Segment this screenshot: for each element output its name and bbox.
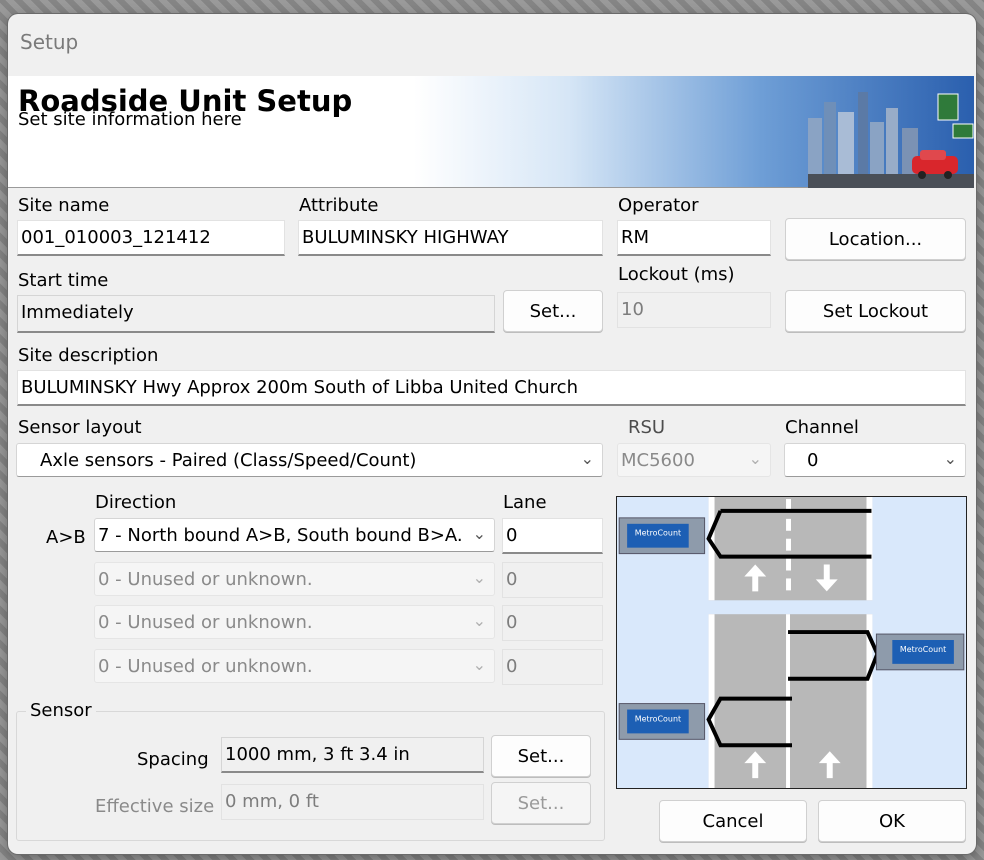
attribute-label: Attribute <box>299 195 379 216</box>
channel-select[interactable]: 0 ⌄ <box>784 443 966 477</box>
spacing-set-button[interactable]: Set... <box>491 735 591 777</box>
spacing-label: Spacing <box>137 749 209 770</box>
chevron-down-icon: ⌄ <box>472 524 486 543</box>
banner-subtitle: Set site information here <box>18 109 242 130</box>
header-banner: Roadside Unit Setup Set site information… <box>8 76 974 188</box>
city-traffic-illustration <box>808 92 974 188</box>
chevron-down-icon: ⌄ <box>472 655 486 674</box>
chevron-down-icon: ⌄ <box>943 449 957 468</box>
start-time-label: Start time <box>18 270 109 291</box>
sensor-layout-diagram: MetroCount MetroCount MetroCount <box>616 496 967 789</box>
direction-header: Direction <box>95 492 177 513</box>
operator-field[interactable]: RM <box>617 220 771 256</box>
metrocount-device-icon: MetroCount <box>875 633 965 671</box>
site-description-field[interactable]: BULUMINSKY Hwy Approx 200m South of Libb… <box>17 370 966 406</box>
lane-divider <box>786 518 792 531</box>
sensor-layout-label: Sensor layout <box>18 417 142 438</box>
lane-field-1[interactable]: 0 <box>502 518 603 554</box>
lockout-field: 10 <box>617 292 771 328</box>
effective-size-field: 0 mm, 0 ft <box>221 784 484 820</box>
sensor-group-label: Sensor <box>26 700 96 721</box>
setup-dialog: Setup Roadside Unit Setup Set site infor… <box>8 14 976 854</box>
effective-size-label: Effective size <box>95 796 215 817</box>
attribute-field[interactable]: BULUMINSKY HIGHWAY <box>298 220 603 256</box>
start-time-set-button[interactable]: Set... <box>503 290 603 332</box>
start-time-field: Immediately <box>17 295 495 333</box>
rsu-select: MC5600 ⌄ <box>617 443 771 477</box>
sensor-layout-value: Axle sensors - Paired (Class/Speed/Count… <box>40 450 417 471</box>
chevron-down-icon: ⌄ <box>748 449 762 468</box>
location-button[interactable]: Location... <box>785 218 966 260</box>
direction-select-3: 0 - Unused or unknown. ⌄ <box>94 605 495 639</box>
svg-text:MetroCount: MetroCount <box>635 529 681 538</box>
direction-value-3: 0 - Unused or unknown. <box>98 612 313 633</box>
operator-label: Operator <box>618 195 699 216</box>
lane-divider <box>786 614 791 788</box>
svg-text:MetroCount: MetroCount <box>900 645 946 654</box>
rsu-label: RSU <box>628 417 666 438</box>
channel-label: Channel <box>785 417 859 438</box>
direction-select-1[interactable]: 7 - North bound A>B, South bound B>A. ⌄ <box>94 518 495 552</box>
lockout-label: Lockout (ms) <box>618 264 735 285</box>
direction-select-2: 0 - Unused or unknown. ⌄ <box>94 562 495 596</box>
effective-size-set-button: Set... <box>491 782 591 824</box>
direction-value-1: 7 - North bound A>B, South bound B>A. <box>98 525 463 546</box>
site-name-field[interactable]: 001_010003_121412 <box>17 220 285 256</box>
ok-button[interactable]: OK <box>818 800 966 842</box>
cancel-button[interactable]: Cancel <box>659 800 807 842</box>
lower-road <box>708 614 873 788</box>
chevron-down-icon: ⌄ <box>472 611 486 630</box>
svg-text:MetroCount: MetroCount <box>635 714 681 723</box>
lane-field-2: 0 <box>502 562 603 598</box>
lane-divider <box>786 578 792 591</box>
lane-field-4: 0 <box>502 649 603 685</box>
direction-value-4: 0 - Unused or unknown. <box>98 656 313 677</box>
ab-direction-label: A>B <box>46 527 86 548</box>
metrocount-device-icon: MetroCount <box>618 517 706 555</box>
set-lockout-button[interactable]: Set Lockout <box>785 290 966 332</box>
road-edge-line <box>708 614 715 788</box>
rsu-value: MC5600 <box>621 450 695 471</box>
lane-divider <box>786 538 792 551</box>
spacing-field: 1000 mm, 3 ft 3.4 in <box>221 737 484 773</box>
lane-divider <box>786 558 792 571</box>
channel-value: 0 <box>807 450 819 471</box>
direction-value-2: 0 - Unused or unknown. <box>98 569 313 590</box>
direction-select-4: 0 - Unused or unknown. ⌄ <box>94 649 495 683</box>
window-title: Setup <box>20 30 79 54</box>
lane-field-3: 0 <box>502 605 603 641</box>
lane-header: Lane <box>503 492 547 513</box>
site-description-label: Site description <box>18 345 159 366</box>
site-name-label: Site name <box>18 195 110 216</box>
chevron-down-icon: ⌄ <box>472 568 486 587</box>
chevron-down-icon: ⌄ <box>580 449 594 468</box>
sensor-layout-select[interactable]: Axle sensors - Paired (Class/Speed/Count… <box>16 443 603 477</box>
metrocount-device-icon: MetroCount <box>618 703 706 740</box>
